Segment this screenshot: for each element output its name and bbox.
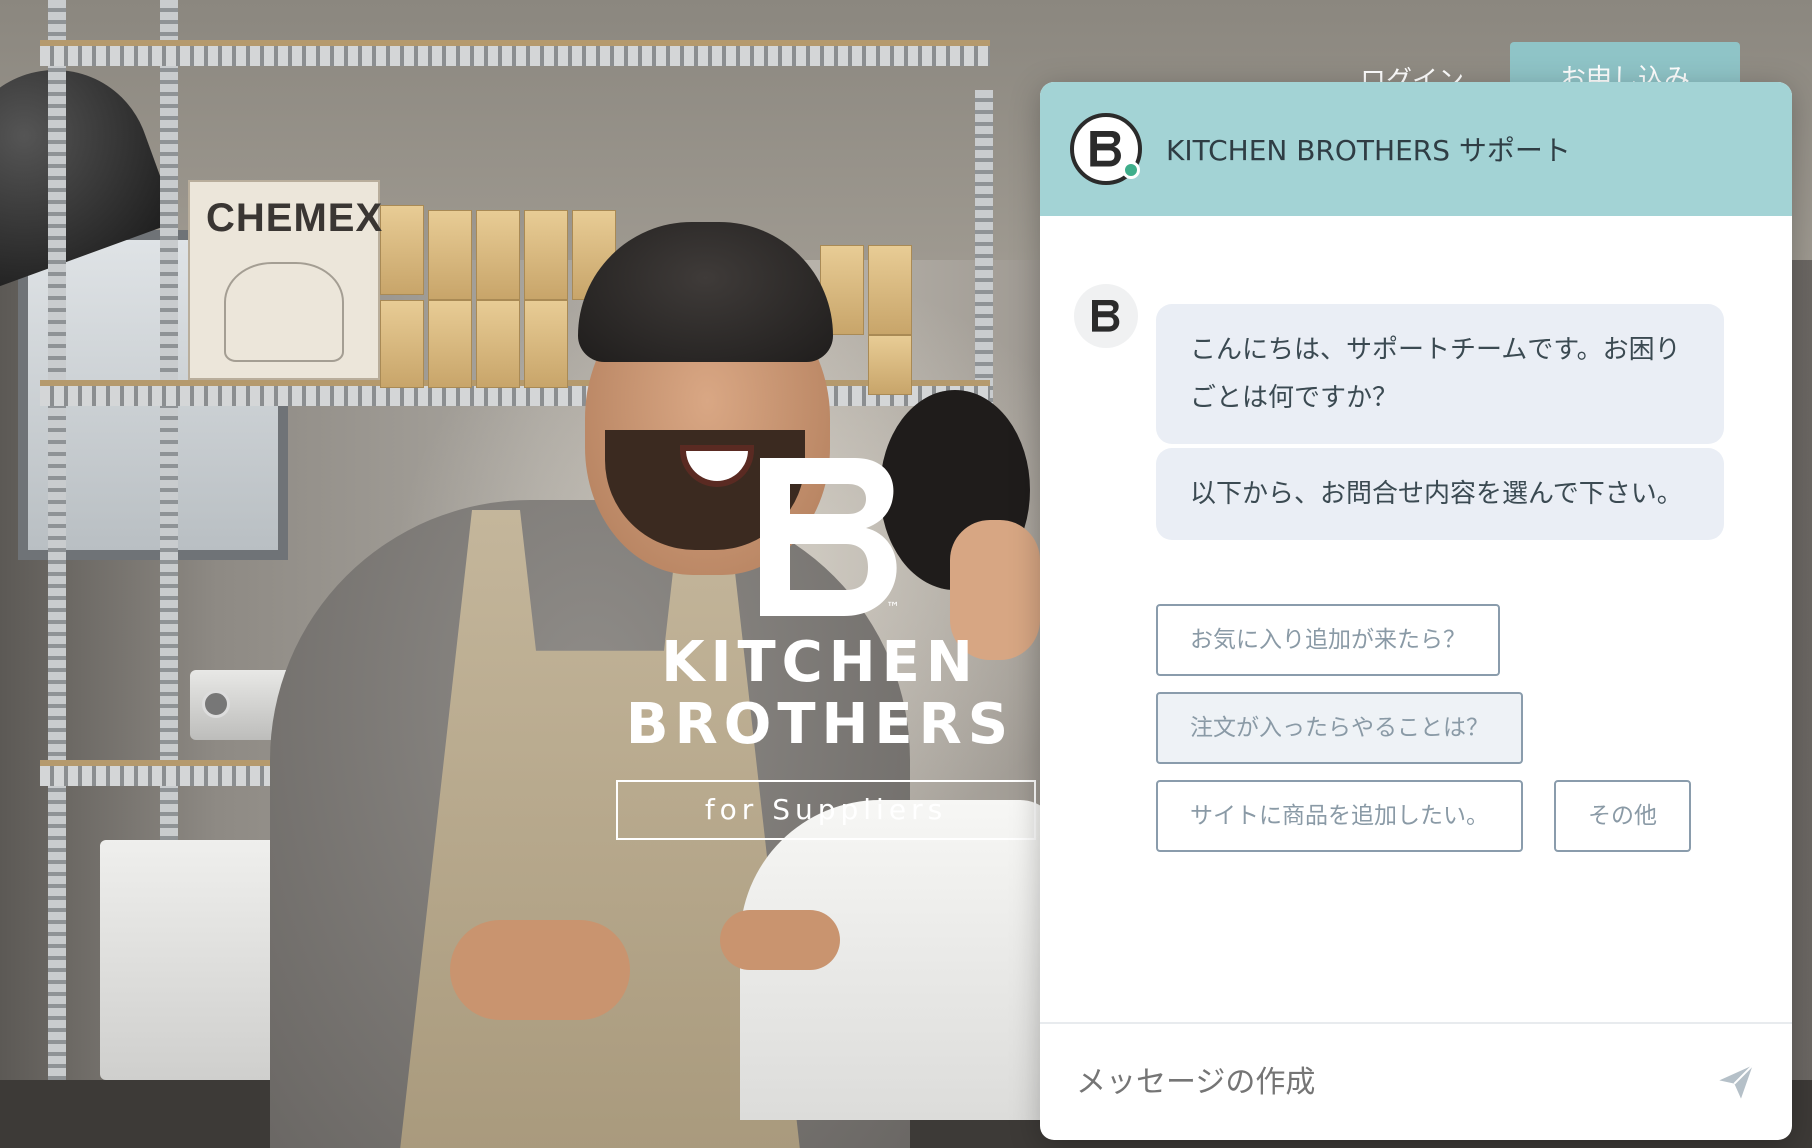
send-icon[interactable] xyxy=(1716,1062,1756,1102)
message-composer xyxy=(1040,1022,1792,1140)
chemex-label: CHEMEX xyxy=(206,196,384,240)
chat-messages: こんにちは、サポートチームです。お困りごとは何ですか？ 以下から、お問合せ内容を… xyxy=(1040,216,1792,1022)
bot-avatar xyxy=(1074,284,1138,348)
trademark-symbol: ™ xyxy=(886,600,900,616)
chat-header: KITCHEN BROTHERS サポート xyxy=(1040,82,1792,216)
chemex-box: CHEMEX xyxy=(188,180,384,380)
online-status-dot xyxy=(1122,161,1140,179)
message-input[interactable] xyxy=(1076,1064,1676,1100)
box xyxy=(428,210,472,300)
box xyxy=(868,245,912,335)
bot-message: こんにちは、サポートチームです。お困りごとは何ですか？ xyxy=(1156,304,1724,444)
man-hand xyxy=(720,910,840,970)
choice-button-add-product[interactable]: サイトに商品を追加したい。 xyxy=(1156,780,1523,852)
choice-button-other[interactable]: その他 xyxy=(1554,780,1691,852)
box xyxy=(476,300,520,388)
for-suppliers-tagline: for Suppliers xyxy=(616,780,1036,840)
support-chat-widget: KITCHEN BROTHERS サポート こんにちは、サポートチームです。お困… xyxy=(1040,82,1792,1140)
box xyxy=(524,210,568,300)
brand-b-icon xyxy=(1092,300,1120,332)
knob xyxy=(202,690,230,718)
chat-title: KITCHEN BROTHERS サポート xyxy=(1166,134,1571,167)
man-hand xyxy=(450,920,630,1020)
box xyxy=(380,205,424,295)
brand-b-icon xyxy=(1090,131,1121,167)
logo-line-1: KITCHEN xyxy=(661,630,979,695)
chemex-illustration xyxy=(224,262,344,362)
box xyxy=(428,300,472,388)
hero-logo-wordmark: KITCHEN BROTHERS xyxy=(600,632,1040,756)
choice-button-order[interactable]: 注文が入ったらやることは？ xyxy=(1156,692,1523,764)
brand-b-logo-icon xyxy=(760,458,897,616)
shelf-post xyxy=(48,0,66,1080)
logo-line-2: BROTHERS xyxy=(625,692,1015,757)
choice-button-favorite[interactable]: お気に入り追加が来たら？ xyxy=(1156,604,1500,676)
shelf xyxy=(40,40,990,66)
box xyxy=(524,300,568,388)
support-avatar xyxy=(1070,113,1142,185)
bot-message: 以下から、お問合せ内容を選んで下さい。 xyxy=(1156,448,1724,540)
box xyxy=(476,210,520,300)
box xyxy=(380,300,424,388)
box xyxy=(868,335,912,395)
